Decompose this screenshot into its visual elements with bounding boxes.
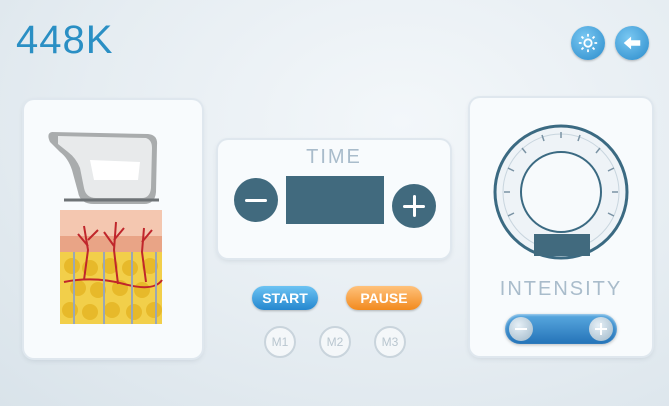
time-increase-button[interactable] <box>392 184 436 228</box>
intensity-decrease-button[interactable] <box>509 317 533 341</box>
minus-icon <box>245 198 267 202</box>
intensity-label: INTENSITY <box>499 278 623 300</box>
handpiece-skin-illustration <box>48 132 163 324</box>
page-title: 448K <box>16 18 114 62</box>
intensity-display <box>534 234 590 256</box>
device-screen: 448K TIME START PAUSE M1 M2 M3 INTENSITY <box>0 0 669 406</box>
pause-button[interactable]: PAUSE <box>346 286 422 310</box>
mode-m1-button[interactable]: M1 <box>264 326 296 358</box>
intensity-panel: INTENSITY <box>470 98 652 356</box>
back-button[interactable] <box>615 26 649 60</box>
gear-icon <box>578 33 598 53</box>
start-button[interactable]: START <box>252 286 318 310</box>
time-display <box>286 176 384 224</box>
intensity-slider[interactable] <box>505 314 617 344</box>
time-label: TIME <box>306 146 362 168</box>
settings-button[interactable] <box>571 26 605 60</box>
mode-m2-button[interactable]: M2 <box>319 326 351 358</box>
time-panel: TIME <box>218 140 450 258</box>
intensity-increase-button[interactable] <box>589 317 613 341</box>
back-arrow-icon <box>623 36 641 50</box>
time-decrease-button[interactable] <box>234 178 278 222</box>
mode-m3-button[interactable]: M3 <box>374 326 406 358</box>
treatment-illustration-panel <box>24 100 202 358</box>
minus-icon <box>515 328 527 330</box>
